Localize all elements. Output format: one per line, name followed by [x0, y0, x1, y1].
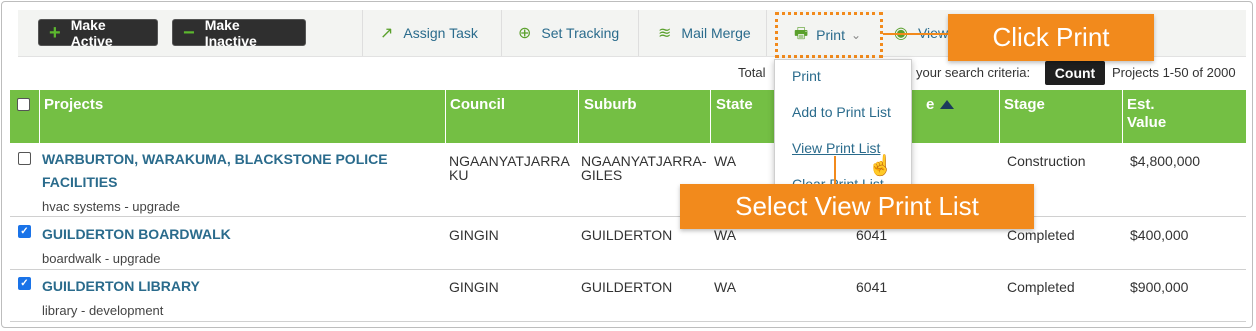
header-est-value[interactable]: Est. Value [1127, 96, 1166, 132]
mail-merge-label: Mail Merge [681, 25, 751, 41]
suburb-cell: NGAANYATJARRA- GILES [581, 154, 707, 182]
row-checkbox[interactable]: ✓ [18, 225, 31, 238]
project-subtitle: hvac systems - upgrade [42, 199, 181, 214]
callout-select-view-print-list: Select View Print List [680, 184, 1034, 229]
set-tracking-button[interactable]: ⊕ Set Tracking [518, 10, 619, 56]
project-name-link[interactable]: GUILDERTON BOARDWALK [42, 223, 231, 246]
table-header: Projects Council Suburb State e Stage Es… [10, 90, 1246, 143]
header-divider [445, 90, 446, 143]
make-active-button[interactable]: + Make Active [38, 16, 158, 49]
print-button[interactable]: 🖶 Print ⌄ [775, 12, 883, 58]
totals-prefix: Total [738, 64, 766, 80]
crosshair-icon: ⊕ [518, 25, 532, 42]
header-divider [710, 90, 711, 143]
callout-connector [834, 156, 836, 184]
suburb-line2: GILES [581, 167, 623, 183]
row-checkbox[interactable] [18, 152, 31, 165]
callout-connector [883, 33, 949, 35]
header-divider [578, 90, 579, 143]
project-subtitle: boardwalk - upgrade [42, 251, 161, 266]
suburb-cell: GUILDERTON [581, 227, 673, 243]
postcode-cell: 6041 [856, 279, 888, 295]
value-cell: $4,800,000 [1130, 153, 1201, 169]
row-divider [10, 269, 1246, 270]
header-divider [39, 90, 40, 143]
printer-icon: 🖶 [794, 24, 809, 42]
header-est-value-line2: Value [1127, 114, 1167, 131]
results-range: Projects 1-50 of 2000 [1112, 64, 1236, 80]
value-cell: $900,000 [1130, 279, 1189, 295]
value-cell: $400,000 [1130, 227, 1189, 243]
toolbar-divider [362, 10, 363, 56]
sort-ascending-icon [940, 100, 954, 109]
suburb-line1: NGAANYATJARRA- [581, 153, 707, 169]
header-stage[interactable]: Stage [1004, 96, 1045, 114]
header-est-value-line1: Est. [1127, 96, 1155, 113]
assign-task-label: Assign Task [403, 25, 478, 41]
row-divider [10, 216, 1246, 217]
arrow-up-right-icon: ↗ [380, 25, 394, 42]
project-name-line1: WARBURTON, WARAKUMA, BLACKSTONE POLICE [42, 151, 388, 167]
plus-icon: + [49, 21, 61, 44]
state-cell: WA [714, 227, 737, 243]
header-postcode[interactable]: e [926, 96, 934, 114]
stage-cell: Completed [1007, 279, 1075, 295]
count-button[interactable]: Count [1045, 61, 1105, 85]
suburb-cell: GUILDERTON [581, 279, 673, 295]
project-name-link[interactable]: WARBURTON, WARAKUMA, BLACKSTONE POLICE F… [42, 148, 388, 194]
council-cell: GINGIN [449, 227, 499, 243]
header-divider [1122, 90, 1123, 143]
layers-icon: ≋ [658, 25, 672, 42]
toolbar-divider [766, 10, 767, 56]
app-frame: + Make Active − Make Inactive ↗ Assign T… [1, 1, 1253, 328]
minus-icon: − [183, 21, 195, 44]
stage-cell: Construction [1007, 153, 1086, 169]
menu-item-print[interactable]: Print [792, 68, 821, 84]
council-cell: NGAANYATJARRA KU [449, 154, 570, 182]
state-cell: WA [714, 153, 737, 169]
header-council[interactable]: Council [450, 96, 505, 114]
stage-cell: Completed [1007, 227, 1075, 243]
project-name-line2: FACILITIES [42, 174, 118, 190]
select-all-checkbox[interactable] [17, 98, 30, 111]
header-divider [999, 90, 1000, 143]
set-tracking-label: Set Tracking [541, 25, 620, 41]
project-name-link[interactable]: GUILDERTON LIBRARY [42, 275, 200, 298]
council-cell: GINGIN [449, 279, 499, 295]
postcode-cell: 6041 [856, 227, 888, 243]
make-inactive-label: Make Inactive [204, 16, 257, 49]
totals-criteria: your search criteria: [916, 64, 1031, 80]
assign-task-button[interactable]: ↗ Assign Task [380, 10, 478, 56]
project-subtitle: library - development [42, 303, 164, 318]
header-suburb[interactable]: Suburb [584, 96, 637, 114]
chevron-down-icon: ⌄ [850, 28, 862, 42]
make-inactive-button[interactable]: − Make Inactive [172, 16, 306, 49]
row-checkbox[interactable]: ✓ [18, 277, 31, 290]
make-active-label: Make Active [70, 16, 113, 49]
hand-cursor-icon: ☝ [868, 155, 893, 177]
toolbar-divider [638, 10, 639, 56]
print-label: Print [816, 27, 845, 43]
menu-item-add-to-print-list[interactable]: Add to Print List [792, 104, 891, 120]
council-line1: NGAANYATJARRA [449, 153, 570, 169]
toolbar-divider [501, 10, 502, 56]
mail-merge-button[interactable]: ≋ Mail Merge [658, 10, 751, 56]
header-state[interactable]: State [716, 96, 753, 114]
state-cell: WA [714, 279, 737, 295]
council-line2: KU [449, 167, 469, 183]
callout-click-print: Click Print [948, 14, 1154, 61]
header-projects[interactable]: Projects [44, 96, 103, 114]
row-divider [10, 321, 1246, 322]
